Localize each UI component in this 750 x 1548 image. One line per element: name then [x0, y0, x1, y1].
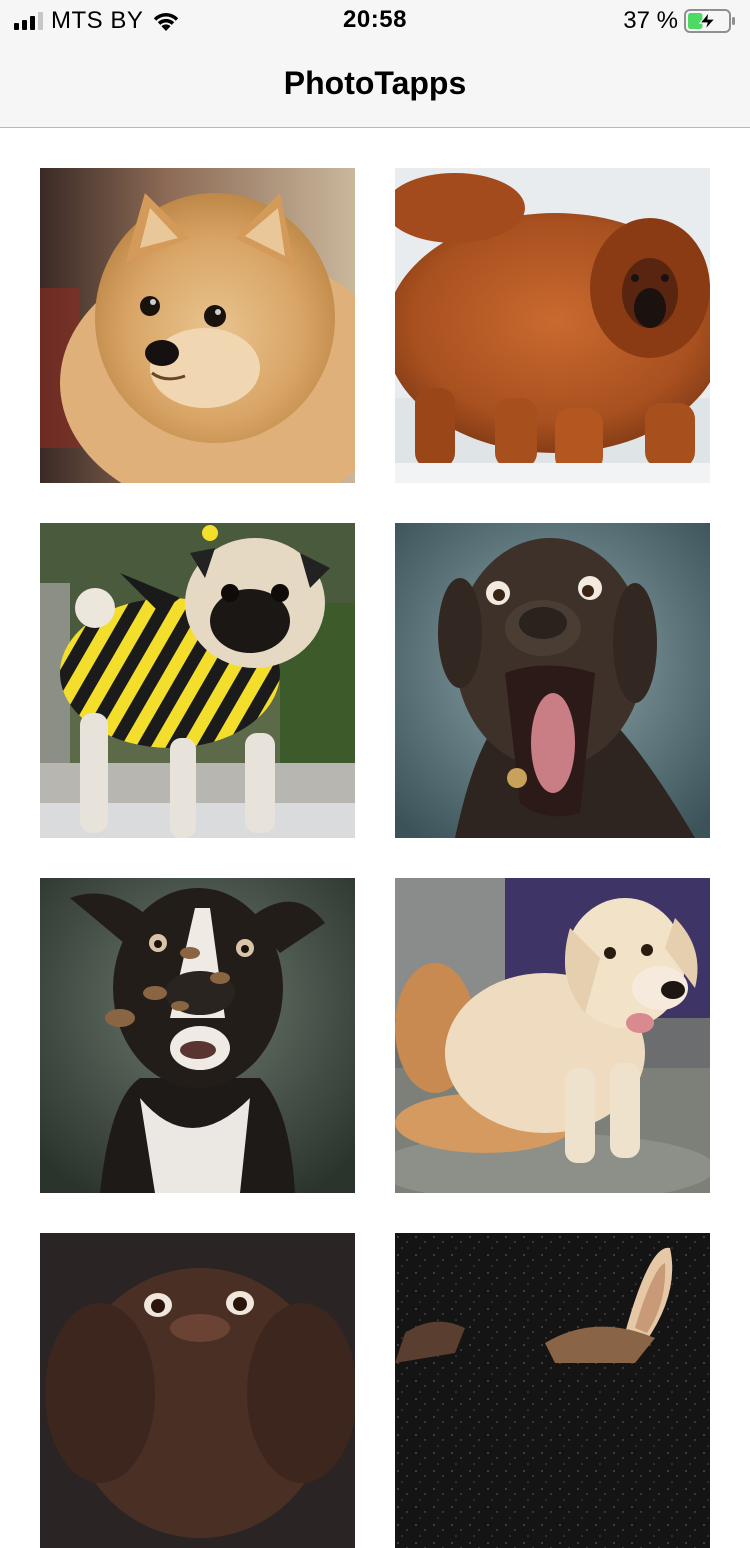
dog-ear-photo: [395, 1233, 710, 1548]
pomeranian-photo: [40, 168, 355, 483]
photo-tile[interactable]: [40, 878, 355, 1193]
photo-tile[interactable]: [40, 523, 355, 838]
battery-charging-icon: [684, 9, 735, 33]
photo-tile[interactable]: [395, 1233, 710, 1548]
photo-tile[interactable]: [40, 168, 355, 483]
pug-bee-costume-photo: [40, 523, 355, 838]
page-title: PhotoTapps: [283, 65, 467, 101]
dog-catching-treats-photo: [40, 878, 355, 1193]
status-bar: MTS BY 20:58 37 %: [0, 0, 750, 40]
photo-tile[interactable]: [40, 1233, 355, 1548]
tibetan-mastiff-photo: [395, 168, 710, 483]
battery-percent: 37 %: [623, 7, 678, 34]
brown-spaniel-photo: [40, 1233, 355, 1548]
surprised-brown-dog-photo: [395, 523, 710, 838]
photo-tile[interactable]: [395, 878, 710, 1193]
navigation-bar: PhotoTapps: [0, 40, 750, 128]
photo-tile[interactable]: [395, 523, 710, 838]
photo-grid: [40, 168, 710, 1548]
photo-tile[interactable]: [395, 168, 710, 483]
labrador-sitting-on-cat-photo: [395, 878, 710, 1193]
